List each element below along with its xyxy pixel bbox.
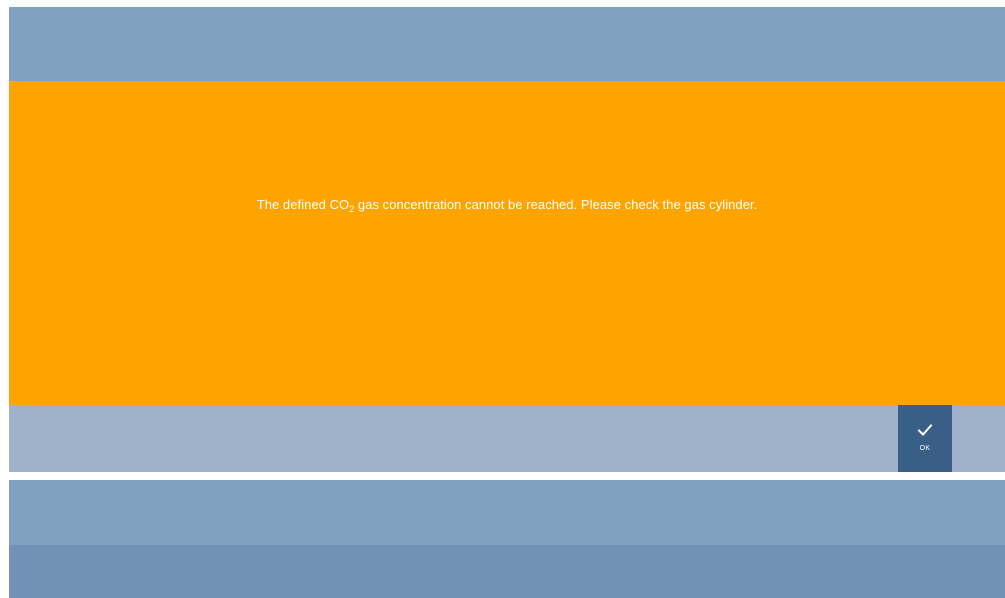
- alert-panel: The defined CO2 gas concentration cannot…: [9, 81, 1005, 405]
- alert-message: The defined CO2 gas concentration cannot…: [256, 196, 758, 214]
- footer-bar: [9, 480, 1005, 545]
- checkmark-icon: [917, 424, 933, 436]
- dialog-button-bar: OK: [9, 405, 1005, 472]
- divider: [9, 472, 1005, 480]
- ok-button-label: OK: [919, 445, 931, 452]
- header-bar: [9, 7, 1005, 81]
- alert-message-suffix: gas concentration cannot be reached. Ple…: [354, 196, 758, 212]
- bottom-bar: [9, 545, 1005, 598]
- ok-button[interactable]: OK: [898, 405, 952, 472]
- device-screen: The defined CO2 gas concentration cannot…: [9, 7, 1005, 598]
- alert-message-prefix: The defined CO: [256, 196, 350, 212]
